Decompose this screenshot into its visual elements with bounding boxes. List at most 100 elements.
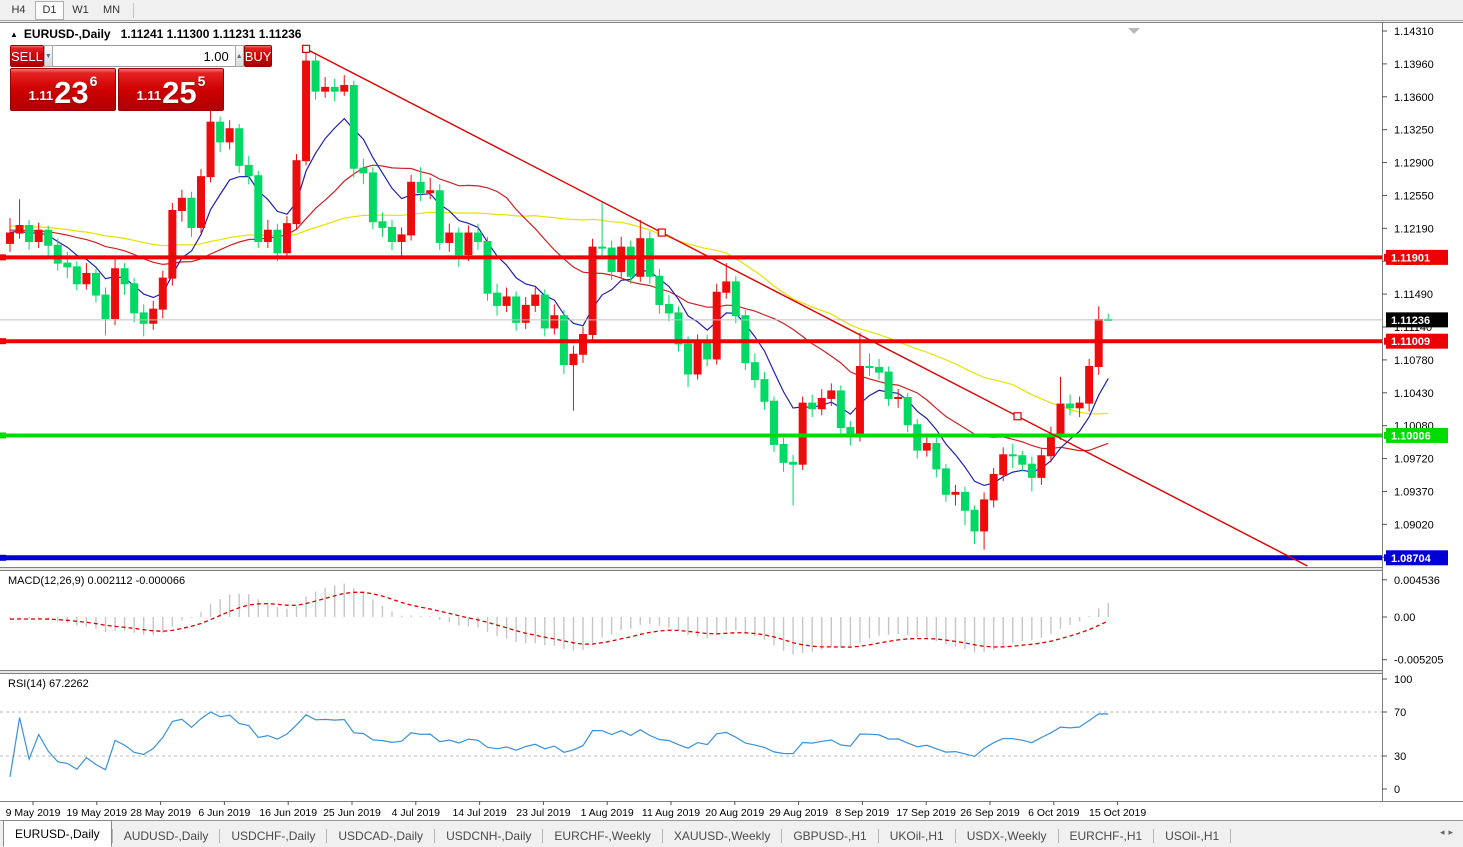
candle-body — [303, 61, 310, 161]
candle-body — [694, 343, 701, 374]
symbol-tab-usoil[interactable]: USOil-,H1 — [1154, 825, 1230, 847]
symbol-tab-xauusd[interactable]: XAUUSD-,Weekly — [663, 825, 781, 847]
volume-increase-button[interactable]: ▲ — [235, 45, 244, 67]
buy-button[interactable]: BUY — [244, 45, 273, 67]
candle-body — [274, 230, 281, 253]
svg-text:4 Jul 2019: 4 Jul 2019 — [392, 807, 441, 819]
symbol-tab-audusd[interactable]: AUDUSD-,Daily — [113, 825, 220, 847]
sell-button[interactable]: SELL — [10, 45, 44, 67]
svg-text:100: 100 — [1394, 674, 1412, 686]
tab-scroll-right-icon[interactable]: ▸ — [1448, 827, 1457, 837]
macd-label: MACD(12,26,9) 0.002112 -0.000066 — [8, 575, 185, 587]
candle-body — [140, 313, 147, 323]
price-scale[interactable]: 1.143101.139601.136001.132501.129001.125… — [1382, 23, 1463, 821]
candle-body — [990, 475, 997, 500]
sell-price-main: 23 — [54, 78, 88, 107]
svg-text:1.13600: 1.13600 — [1394, 92, 1434, 104]
svg-text:1 Aug 2019: 1 Aug 2019 — [581, 807, 634, 819]
symbol-tab-eurchf[interactable]: EURCHF-,Weekly — [543, 825, 661, 847]
volume-input[interactable] — [53, 45, 235, 67]
candle-body — [474, 233, 481, 241]
candle-body — [1019, 456, 1026, 464]
candle-body — [369, 173, 376, 222]
timeframe-button-w1[interactable]: W1 — [66, 1, 95, 20]
candle-body — [952, 492, 959, 494]
svg-text:1.11901: 1.11901 — [1391, 252, 1430, 264]
trendline-anchor — [303, 45, 310, 52]
candle-body — [150, 309, 157, 323]
candle-body — [1028, 464, 1035, 477]
candle-body — [895, 397, 902, 398]
sell-price-pip: 6 — [90, 73, 98, 89]
tab-scroll-arrows[interactable]: ◂▸ — [1440, 827, 1457, 838]
candle-body — [589, 247, 596, 334]
svg-text:11 Aug 2019: 11 Aug 2019 — [642, 807, 700, 819]
svg-text:1.09720: 1.09720 — [1394, 454, 1434, 466]
symbol-tab-usdchf[interactable]: USDCHF-,Daily — [220, 825, 326, 847]
svg-text:1.14310: 1.14310 — [1394, 26, 1434, 38]
timeframe-button-h4[interactable]: H4 — [4, 1, 33, 20]
candle-body — [389, 227, 396, 241]
candle-body — [494, 293, 501, 305]
candle-body — [513, 297, 520, 322]
candle-body — [981, 500, 988, 531]
candle-body — [283, 224, 290, 253]
symbol-tab-eurusd[interactable]: EURUSD-,Daily — [3, 820, 112, 847]
toolbar-separator — [133, 3, 134, 18]
chart-title: ▲ EURUSD-,Daily 1.11241 1.11300 1.11231 … — [10, 27, 301, 41]
candle-body — [198, 177, 205, 228]
tab-divider — [1230, 829, 1231, 843]
symbol-tab-usdcnh[interactable]: USDCNH-,Daily — [435, 825, 542, 847]
candle-body — [350, 86, 357, 169]
symbol-tab-usdx[interactable]: USDX-,Weekly — [956, 825, 1058, 847]
candle-body — [580, 335, 587, 355]
one-click-trading-panel: SELL ▼ ▲ BUY 1.11 23 6 1.11 25 5 — [10, 45, 224, 111]
symbol-tab-ukoil[interactable]: UKOil-,H1 — [879, 825, 955, 847]
candle-body — [465, 233, 472, 255]
candle-body — [685, 344, 692, 374]
volume-decrease-button[interactable]: ▼ — [44, 45, 53, 67]
candle-body — [627, 247, 634, 276]
symbol-tab-eurchf[interactable]: EURCHF-,H1 — [1059, 825, 1154, 847]
svg-text:6 Oct 2019: 6 Oct 2019 — [1028, 807, 1080, 819]
candle-body — [379, 222, 386, 228]
candle-body — [331, 87, 338, 91]
buy-price-button[interactable]: 1.11 25 5 — [118, 68, 224, 111]
hline-left-handle — [0, 432, 6, 438]
candle-body — [398, 235, 405, 242]
candle-body — [26, 226, 33, 242]
spin-up-icon: ▲ — [236, 53, 243, 60]
svg-text:1.10430: 1.10430 — [1394, 388, 1434, 400]
symbol-tab-gbpusd[interactable]: GBPUSD-,H1 — [782, 825, 877, 847]
chart-canvas[interactable]: 1.143101.139601.136001.132501.129001.125… — [0, 22, 1463, 820]
timeframe-button-mn[interactable]: MN — [97, 1, 126, 20]
candle-body — [207, 122, 214, 177]
candle-body — [73, 267, 80, 284]
collapse-panel-icon[interactable]: ▲ — [10, 30, 18, 39]
sell-price-button[interactable]: 1.11 23 6 — [10, 68, 116, 111]
svg-text:23 Jul 2019: 23 Jul 2019 — [516, 807, 570, 819]
spin-down-icon: ▼ — [45, 53, 52, 60]
candle-body — [102, 295, 109, 318]
symbol-tab-bar: EURUSD-,DailyAUDUSD-,DailyUSDCHF-,DailyU… — [0, 820, 1463, 847]
candle-body — [92, 273, 99, 295]
candle-body — [178, 198, 185, 210]
candle-body — [446, 233, 453, 242]
svg-text:1.12550: 1.12550 — [1394, 190, 1434, 202]
svg-text:1.09370: 1.09370 — [1394, 486, 1434, 498]
sell-price-prefix: 1.11 — [29, 88, 54, 103]
candle-body — [255, 176, 262, 242]
timeframe-button-d1[interactable]: D1 — [35, 1, 64, 20]
candle-body — [188, 198, 195, 227]
candle-body — [551, 316, 558, 328]
symbol-tab-usdcad[interactable]: USDCAD-,Daily — [327, 825, 434, 847]
candle-body — [541, 295, 548, 328]
candle-body — [780, 444, 787, 462]
svg-text:16 Jun 2019: 16 Jun 2019 — [259, 807, 317, 819]
buy-price-main: 25 — [162, 78, 196, 107]
ohlc-values: 1.11241 1.11300 1.11231 1.11236 — [121, 27, 302, 41]
svg-text:25 Jun 2019: 25 Jun 2019 — [323, 807, 381, 819]
chart-svg[interactable]: 1.143101.139601.136001.132501.129001.125… — [0, 23, 1463, 821]
candle-body — [112, 269, 119, 319]
candle-body — [226, 129, 233, 142]
